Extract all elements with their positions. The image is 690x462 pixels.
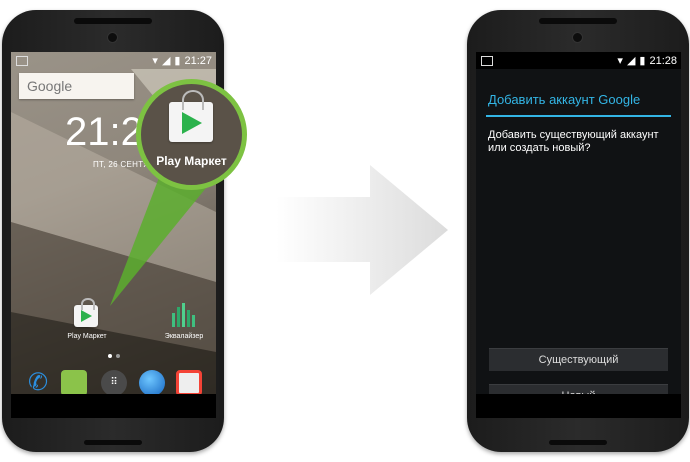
app-label: Эквалайзер [164, 333, 204, 340]
dialog-title: Добавить аккаунт Google [488, 92, 641, 107]
browser-icon[interactable] [139, 370, 165, 396]
equalizer-icon [172, 303, 195, 327]
right-phone: ▾ ◢ ▮ 21:28 Добавить аккаунт Google Доба… [467, 10, 689, 452]
nav-bar [476, 394, 681, 418]
hangouts-icon[interactable] [61, 370, 87, 396]
camera-icon[interactable] [176, 370, 202, 396]
dialog-message: Добавить существующий аккаунт или создат… [488, 129, 659, 154]
dialog-divider [486, 115, 671, 117]
earpiece [539, 18, 617, 24]
right-screen: ▾ ◢ ▮ 21:28 Добавить аккаунт Google Доба… [476, 52, 681, 418]
bottom-speaker [84, 440, 142, 445]
status-bar: ▾ ◢ ▮ 21:27 [11, 52, 216, 69]
play-market-icon [74, 298, 98, 327]
bottom-speaker [549, 440, 607, 445]
add-account-dialog: Добавить аккаунт Google Добавить существ… [476, 69, 681, 407]
app-equalizer[interactable]: Эквалайзер [161, 297, 207, 349]
play-market-icon [169, 90, 213, 142]
notification-icon [16, 56, 28, 66]
status-time: 21:27 [184, 54, 212, 67]
front-camera [107, 32, 118, 43]
app-drawer-icon[interactable]: ⠿ [101, 370, 127, 396]
notification-icon [481, 56, 493, 66]
app-label: Play Маркет [67, 333, 107, 340]
status-time: 21:28 [649, 54, 677, 67]
nav-bar [11, 394, 216, 418]
page-indicator [108, 354, 122, 358]
wifi-icon: ▾ [617, 55, 623, 67]
front-camera [572, 32, 583, 43]
signal-icon: ◢ [626, 55, 636, 67]
earpiece [74, 18, 152, 24]
wifi-icon: ▾ [152, 55, 158, 67]
clock-widget: 21:2 [65, 110, 143, 154]
battery-icon: ▮ [174, 55, 181, 67]
play-market-magnifier: Play Маркет [136, 79, 247, 190]
magnifier-label: Play Маркет [156, 154, 227, 168]
existing-account-button[interactable]: Существующий [489, 348, 668, 371]
battery-icon: ▮ [639, 55, 646, 67]
signal-icon: ◢ [161, 55, 171, 67]
phone-icon[interactable]: ✆ [25, 370, 51, 396]
left-phone: ▾ ◢ ▮ 21:27 Google 21:2 ПТ, 26 СЕНТЯБРЯ … [2, 10, 224, 452]
status-bar: ▾ ◢ ▮ 21:28 [476, 52, 681, 69]
app-play-market[interactable]: Play Маркет [67, 297, 107, 349]
google-search-bar[interactable]: Google [19, 73, 134, 99]
